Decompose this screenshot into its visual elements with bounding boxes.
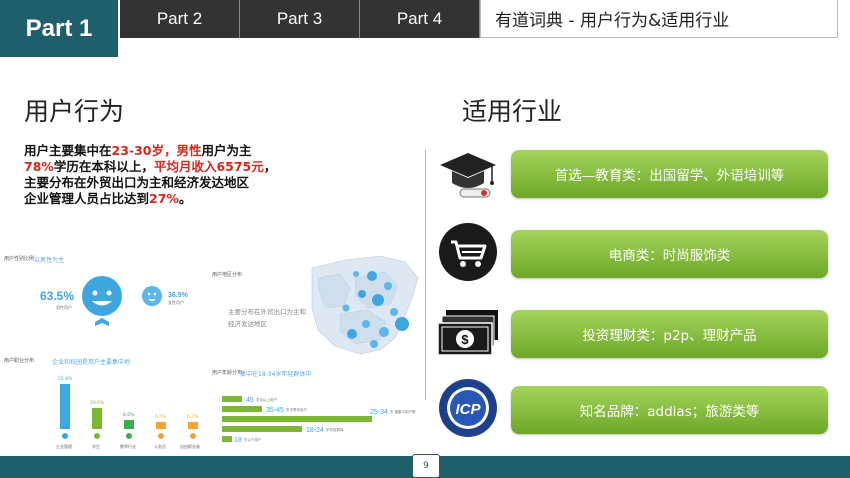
- age-text: 岁以下用户: [244, 437, 262, 442]
- behavior-line-4: 企业管理人员占比达到27%。: [24, 191, 324, 207]
- svg-text:$: $: [461, 332, 469, 347]
- icp-badge-icon: ICP: [436, 378, 500, 438]
- behavior-description: 用户主要集中在23-30岁，男性用户为主 78%学历在本科以上，平均月收入657…: [24, 143, 324, 207]
- career-value: 55.8%: [58, 376, 73, 382]
- text-segment: 平均: [153, 159, 179, 174]
- career-value: 6.7%: [187, 414, 199, 420]
- age-range: 18-24: [306, 427, 324, 434]
- industry-education-button[interactable]: 首选—教育类：出国留学、外语培训等: [511, 150, 828, 198]
- age-bars: [222, 396, 372, 442]
- graduation-cap-icon: [436, 145, 500, 205]
- career-value: 6.5%: [155, 414, 167, 420]
- behavior-line-2: 78%学历在本科以上，平均月收入6575元，: [24, 159, 324, 175]
- behavior-line-3: 主要分布在外贸出口为主和经济发达地区: [24, 175, 250, 190]
- age-panel-sub: 集中在18-34岁年轻群体中: [240, 370, 311, 378]
- career-bar: [156, 422, 166, 429]
- age-bar: [222, 396, 242, 402]
- career-bar: [92, 408, 102, 429]
- text-segment: 用户为主: [201, 143, 252, 158]
- text-segment: 。: [178, 191, 192, 206]
- text-segment: ，: [263, 159, 277, 174]
- career-panel-sub: 企业和校园是用户主要集中地: [52, 358, 130, 366]
- stats-collage-graphic: 用户性别比例 以男性为主 63.5% 男性用户 36.5% 女性用户 用户地区分…: [4, 255, 419, 449]
- career-label: 教师行业: [120, 443, 136, 449]
- industry-finance-button[interactable]: 投资理财类：p2p、理财产品: [511, 310, 828, 358]
- dollar-money-icon: $: [436, 303, 500, 363]
- icp-badge-text: ICP: [455, 401, 481, 418]
- tab-part-1[interactable]: Part 1: [0, 0, 118, 57]
- gender-highlight: 男性: [176, 143, 202, 158]
- age-range: 35-45: [266, 407, 284, 414]
- vertical-divider: [425, 150, 426, 400]
- career-label: 企业管理: [56, 443, 72, 449]
- industry-brand-button[interactable]: 知名品牌：addias；旅游类等: [511, 386, 828, 434]
- text-segment: 企业管理人员占比达到: [24, 191, 150, 206]
- career-label: 自由职业者: [180, 443, 200, 449]
- age-range: 45: [246, 397, 254, 404]
- behavior-heading: 用户行为: [24, 97, 125, 126]
- gender-panel-sub: 以男性为主: [34, 256, 64, 264]
- behavior-line-1: 用户主要集中在23-30岁，男性用户为主: [24, 143, 324, 159]
- age-text: 岁 最集中用户群: [390, 409, 416, 414]
- region-panel-title: 用户地区分布: [212, 271, 242, 278]
- female-pct: 36.5%: [168, 292, 189, 299]
- manager-highlight: 27%: [149, 191, 179, 206]
- china-map: [311, 255, 419, 355]
- age-text: 岁中青年用户: [286, 407, 307, 412]
- age-bar: [222, 436, 232, 442]
- page-number: 9: [412, 454, 440, 478]
- region-desc-1: 主要分布在外贸出口为主和: [228, 307, 306, 316]
- age-bar: [222, 426, 302, 432]
- education-highlight: 78%: [24, 159, 54, 174]
- age-bar: [222, 406, 262, 412]
- text-segment: ，: [164, 143, 177, 158]
- text-segment: 用户主要集中在: [24, 143, 112, 158]
- age-range: 25-34: [370, 409, 388, 416]
- career-value: 20.6%: [90, 400, 105, 406]
- male-pct: 63.5%: [40, 289, 74, 303]
- career-label: 学生: [92, 443, 100, 449]
- male-label: 男性用户: [56, 304, 72, 310]
- income-highlight: 月收入6575元: [178, 159, 264, 174]
- age-panel-title: 用户年龄分布: [212, 369, 242, 376]
- tab-part-2[interactable]: Part 2: [120, 0, 240, 38]
- tab-part-3[interactable]: Part 3: [240, 0, 360, 38]
- age-highlight: 23-30岁: [111, 143, 164, 158]
- female-label: 女性用户: [168, 299, 184, 305]
- career-bar: [124, 420, 134, 429]
- stats-collage: 用户性别比例 以男性为主 63.5% 男性用户 36.5% 女性用户 用户地区分…: [0, 238, 420, 456]
- age-bar: [222, 416, 372, 422]
- age-text: 岁及以上用户: [256, 397, 277, 402]
- age-range: 18: [234, 437, 242, 444]
- shopping-cart-icon: [436, 222, 500, 282]
- male-user-icon: [82, 276, 122, 316]
- career-panel-title: 用户职业分布: [4, 357, 34, 364]
- gender-panel-title: 用户性别比例: [4, 255, 34, 262]
- female-user-icon: [142, 286, 162, 306]
- age-text: 岁年轻群体: [326, 427, 344, 432]
- career-label: 公务员: [154, 443, 166, 449]
- career-bar: [188, 422, 198, 429]
- career-bars: [60, 384, 198, 429]
- region-desc-2: 经济发达地区: [228, 319, 268, 328]
- career-bar: [60, 384, 70, 429]
- text-segment: 学历在本科以上，: [53, 159, 154, 174]
- bowtie-icon: [95, 318, 109, 326]
- career-value: 8.6%: [123, 412, 135, 418]
- tab-part-4[interactable]: Part 4: [360, 0, 480, 38]
- deck-title: 有道词典 - 用户行为&适用行业: [480, 0, 838, 38]
- industry-heading: 适用行业: [462, 97, 563, 126]
- industry-ecommerce-button[interactable]: 电商类：时尚服饰类: [511, 230, 828, 278]
